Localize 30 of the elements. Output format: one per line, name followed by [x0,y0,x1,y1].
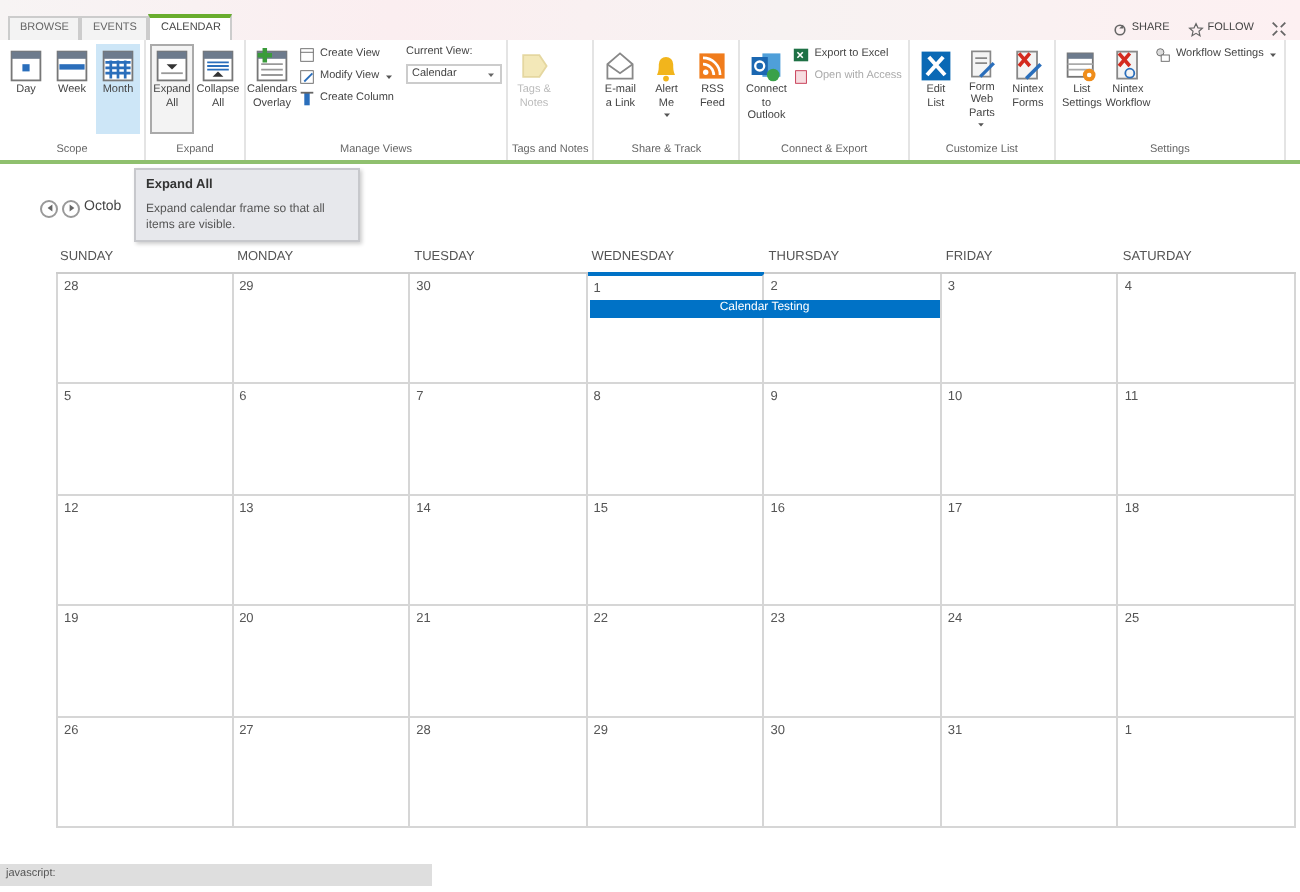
focus-icon[interactable] [1270,20,1288,38]
arrow-left-icon [43,202,55,215]
tag-icon [516,48,552,84]
caret-icon [1267,50,1278,60]
caret-icon [383,72,394,82]
view-icon [298,46,316,64]
collapse-icon [200,48,236,84]
list-settings-icon [1063,48,1100,84]
caret-icon [976,120,987,130]
previous-month-button[interactable] [40,199,58,218]
rss-icon [694,48,731,84]
outlook-icon [748,48,785,84]
calendar-month-icon [100,48,136,84]
next-month-button[interactable] [62,199,80,218]
spreadsheet-icon [792,46,811,64]
view-edit-icon [298,68,316,86]
envelope-icon [602,48,639,84]
database-icon [792,68,811,86]
caret-icon [661,110,672,120]
star-icon [1187,21,1204,37]
expand-icon [154,48,190,84]
workflow-icon [1153,46,1172,64]
share-icon [1111,21,1128,37]
calendar-day-icon [8,48,44,84]
caret-icon [486,69,496,80]
tools-icon [917,48,954,84]
calendar-week-icon [54,48,90,84]
column-icon [298,90,316,108]
calendar-overlay-icon [254,48,290,84]
arrow-right-icon [65,202,77,215]
